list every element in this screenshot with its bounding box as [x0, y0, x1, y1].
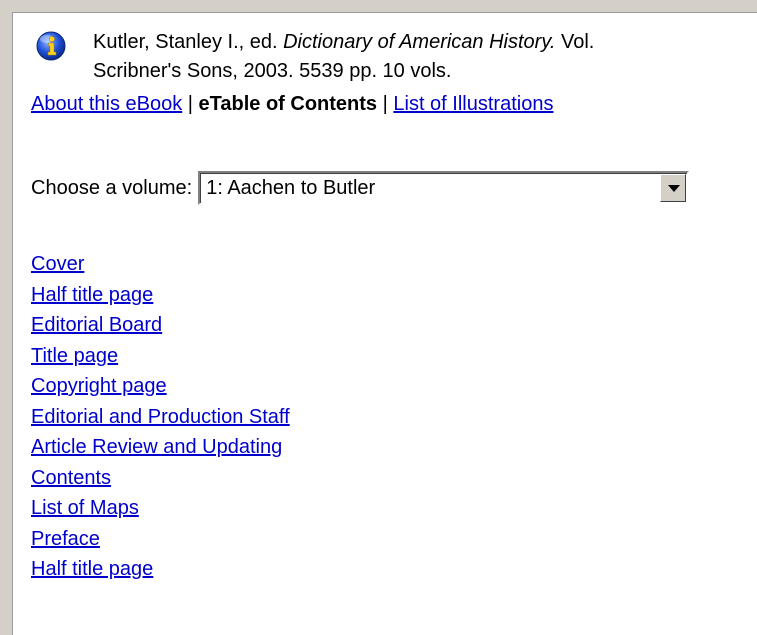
list-item: Title page [31, 341, 290, 372]
toc-link-title-page[interactable]: Title page [31, 345, 118, 367]
volume-selected-value: 1: Aachen to Butler [206, 177, 376, 199]
volume-label: Choose a volume: [31, 176, 193, 199]
toc-link-half-title-page-2[interactable]: Half title page [31, 558, 153, 580]
toc-link-copyright-page[interactable]: Copyright page [31, 375, 167, 397]
toc-link-editorial-board[interactable]: Editorial Board [31, 314, 162, 336]
list-item: Half title page [31, 554, 290, 585]
toc-link-half-title-page[interactable]: Half title page [31, 284, 153, 306]
list-item: Cover [31, 249, 290, 280]
citation-title: Dictionary of American History. [283, 31, 556, 53]
toc-link-contents[interactable]: Contents [31, 467, 111, 489]
list-item: List of Maps [31, 493, 290, 524]
table-of-contents: Cover Half title page Editorial Board Ti… [31, 249, 290, 585]
volume-chooser: Choose a volume: 1: Aachen to Butler [31, 169, 690, 207]
list-item: Contents [31, 463, 290, 494]
page-frame: Kutler, Stanley I., ed. Dictionary of Am… [12, 12, 757, 635]
volume-select[interactable]: 1: Aachen to Butler [198, 171, 690, 205]
current-page-label: eTable of Contents [198, 93, 378, 115]
citation-line-1: Kutler, Stanley I., ed. Dictionary of Am… [93, 28, 757, 57]
list-of-illustrations-link[interactable]: List of Illustrations [393, 93, 553, 115]
chevron-down-icon[interactable] [660, 174, 687, 202]
toc-link-editorial-production-staff[interactable]: Editorial and Production Staff [31, 406, 290, 428]
nav-separator: | [377, 93, 394, 115]
citation-line-2: Scribner's Sons, 2003. 5539 pp. 10 vols. [93, 60, 452, 82]
list-item: Preface [31, 524, 290, 555]
list-item: Copyright page [31, 371, 290, 402]
citation-volume: Vol. [555, 31, 595, 53]
ebook-nav: About this eBook | eTable of Contents | … [31, 91, 553, 117]
list-item: Editorial Board [31, 310, 290, 341]
toc-link-cover[interactable]: Cover [31, 253, 84, 275]
nav-separator: | [182, 93, 199, 115]
list-item: Article Review and Updating [31, 432, 290, 463]
list-item: Half title page [31, 280, 290, 311]
list-item: Editorial and Production Staff [31, 402, 290, 433]
toc-link-article-review[interactable]: Article Review and Updating [31, 436, 282, 458]
citation-author: Kutler, Stanley I., ed. [93, 31, 284, 53]
toc-link-list-of-maps[interactable]: List of Maps [31, 497, 139, 519]
info-icon [36, 31, 66, 61]
about-ebook-link[interactable]: About this eBook [31, 93, 182, 115]
toc-link-preface[interactable]: Preface [31, 528, 100, 550]
citation: Kutler, Stanley I., ed. Dictionary of Am… [36, 28, 757, 86]
